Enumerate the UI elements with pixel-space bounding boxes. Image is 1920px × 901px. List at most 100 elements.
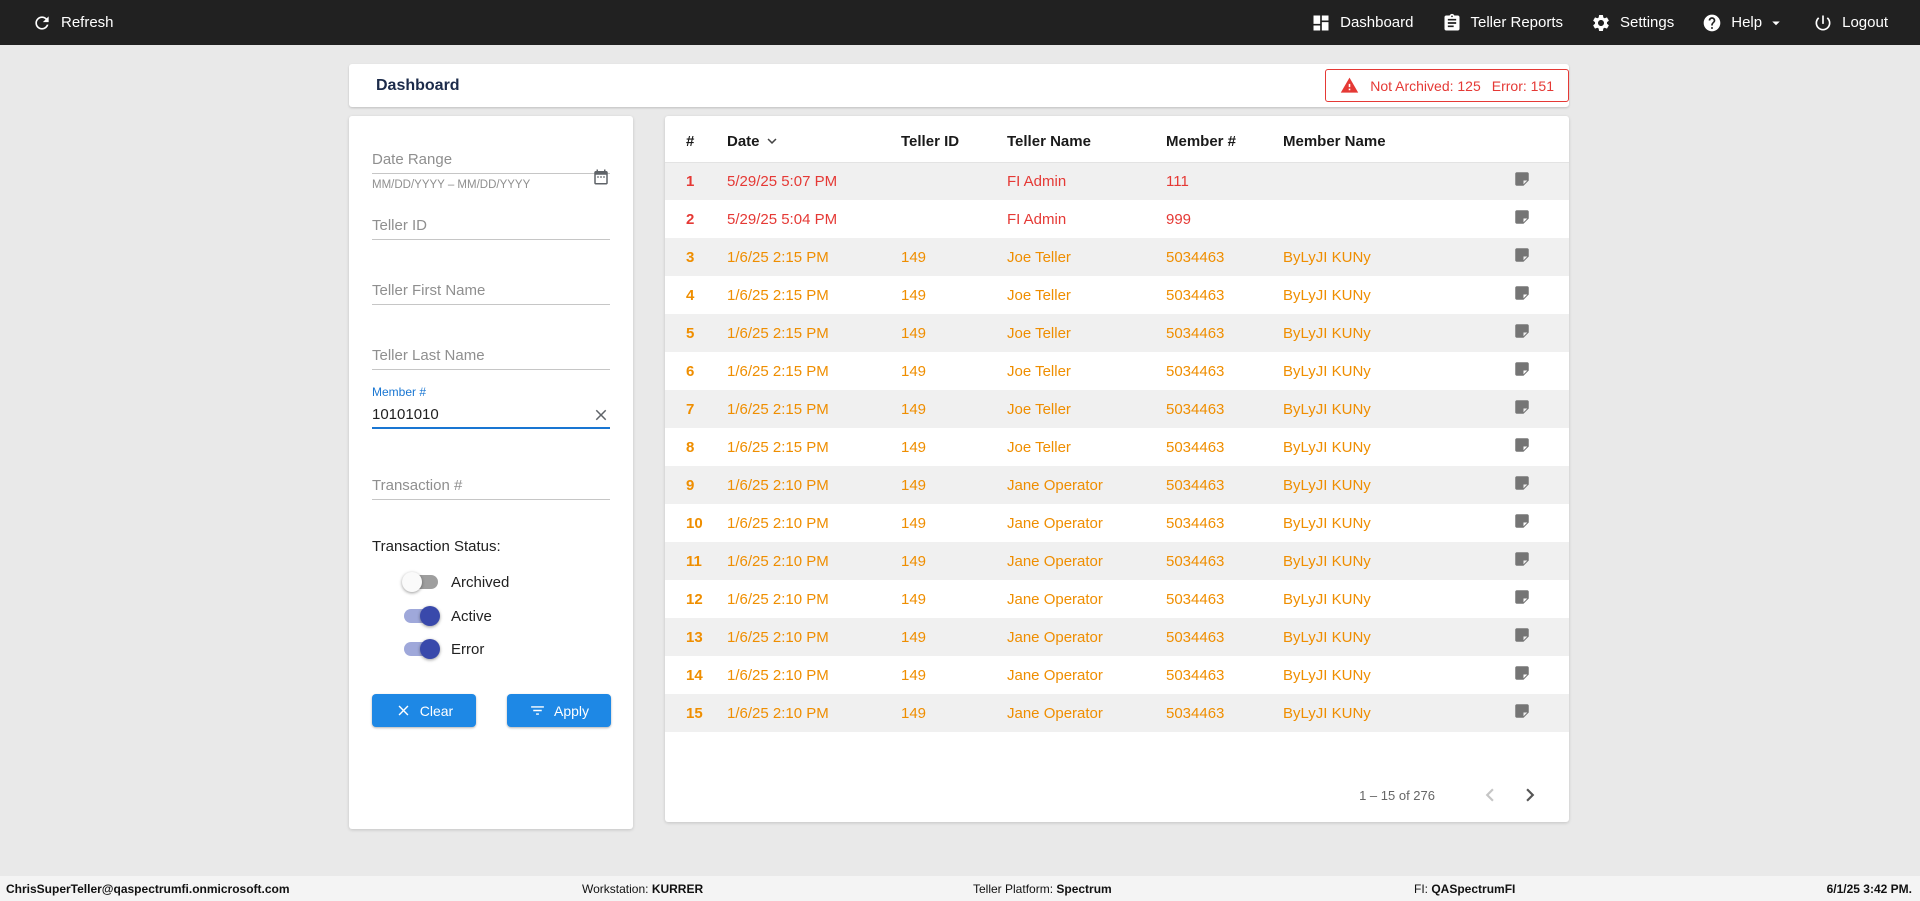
row-number: 2 (686, 210, 695, 228)
prev-page-button[interactable] (1477, 782, 1503, 808)
row-teller-name: Jane Operator (1007, 590, 1103, 608)
table-row[interactable]: 5 1/6/25 2:15 PM 149 Joe Teller 5034463 … (665, 314, 1569, 352)
row-teller-id: 149 (901, 666, 927, 684)
nav-help[interactable]: Help (1688, 4, 1799, 42)
note-icon[interactable] (1513, 474, 1531, 492)
table-row[interactable]: 4 1/6/25 2:15 PM 149 Joe Teller 5034463 … (665, 276, 1569, 314)
note-icon[interactable] (1513, 626, 1531, 644)
transaction-number-field (372, 472, 610, 500)
row-date: 1/6/25 2:10 PM (727, 590, 829, 608)
results-table-card: # Date Teller ID Teller Name Member # Me… (665, 116, 1569, 822)
active-toggle[interactable] (404, 606, 440, 626)
note-icon[interactable] (1513, 512, 1531, 530)
page-header: Dashboard Not Archived: 125 Error: 151 (349, 64, 1569, 107)
row-note-cell (1495, 694, 1569, 732)
row-member-number: 5034463 (1166, 476, 1225, 494)
note-icon[interactable] (1513, 436, 1531, 454)
note-icon[interactable] (1513, 360, 1531, 378)
note-icon[interactable] (1513, 322, 1531, 340)
note-icon[interactable] (1513, 588, 1531, 606)
row-number: 8 (686, 438, 695, 456)
table-row[interactable]: 11 1/6/25 2:10 PM 149 Jane Operator 5034… (665, 542, 1569, 580)
note-icon[interactable] (1513, 284, 1531, 302)
row-member-number: 5034463 (1166, 248, 1225, 266)
current-datetime: 6/1/25 3:42 PM. (1826, 881, 1912, 896)
table-row[interactable]: 6 1/6/25 2:15 PM 149 Joe Teller 5034463 … (665, 352, 1569, 390)
row-note-cell (1495, 238, 1569, 276)
note-icon[interactable] (1513, 550, 1531, 568)
row-date: 1/6/25 2:10 PM (727, 628, 829, 646)
row-member-number: 5034463 (1166, 666, 1225, 684)
row-teller-id: 149 (901, 704, 927, 722)
table-row[interactable]: 8 1/6/25 2:15 PM 149 Joe Teller 5034463 … (665, 428, 1569, 466)
chevron-down-icon (1772, 21, 1780, 25)
row-teller-id: 149 (901, 400, 927, 418)
gear-icon (1593, 14, 1609, 31)
table-row[interactable]: 7 1/6/25 2:15 PM 149 Joe Teller 5034463 … (665, 390, 1569, 428)
row-teller-id: 149 (901, 248, 927, 266)
note-icon[interactable] (1513, 664, 1531, 682)
row-member-number: 5034463 (1166, 400, 1225, 418)
note-icon[interactable] (1513, 702, 1531, 720)
note-icon[interactable] (1513, 208, 1531, 226)
table-row[interactable]: 14 1/6/25 2:10 PM 149 Jane Operator 5034… (665, 656, 1569, 694)
note-icon[interactable] (1513, 398, 1531, 416)
next-page-button[interactable] (1517, 782, 1543, 808)
top-bar-left: Refresh (18, 4, 128, 42)
table-row[interactable]: 3 1/6/25 2:15 PM 149 Joe Teller 5034463 … (665, 238, 1569, 276)
row-member-name: ByLyJI KUNy (1283, 438, 1371, 456)
row-teller-id: 149 (901, 514, 927, 532)
refresh-label: Refresh (61, 14, 114, 31)
note-icon[interactable] (1513, 246, 1531, 264)
date-range-input[interactable] (372, 146, 610, 174)
row-teller-name: Jane Operator (1007, 514, 1103, 532)
row-teller-id: 149 (901, 362, 927, 380)
row-number: 1 (686, 172, 695, 190)
teller-last-name-input[interactable] (372, 342, 610, 370)
clear-icon (398, 705, 409, 716)
row-teller-id: 149 (901, 590, 927, 608)
teller-platform-info: Teller Platform: Spectrum (973, 882, 1112, 896)
table-row[interactable]: 15 1/6/25 2:10 PM 149 Jane Operator 5034… (665, 694, 1569, 732)
archived-toggle[interactable] (402, 572, 438, 592)
table-row[interactable]: 9 1/6/25 2:10 PM 149 Jane Operator 50344… (665, 466, 1569, 504)
table-row[interactable]: 10 1/6/25 2:10 PM 149 Jane Operator 5034… (665, 504, 1569, 542)
row-member-name: ByLyJI KUNy (1283, 628, 1371, 646)
logged-in-user: ChrisSuperTeller@qaspectrumfi.onmicrosof… (6, 881, 290, 896)
row-number: 3 (686, 248, 695, 266)
clear-button[interactable]: Clear (372, 694, 476, 727)
table-row[interactable]: 13 1/6/25 2:10 PM 149 Jane Operator 5034… (665, 618, 1569, 656)
row-teller-name: Jane Operator (1007, 552, 1103, 570)
member-number-input[interactable] (372, 401, 610, 429)
nav-logout[interactable]: Logout (1799, 4, 1902, 42)
row-teller-name: Joe Teller (1007, 248, 1071, 266)
teller-first-name-input[interactable] (372, 277, 610, 305)
transaction-number-input[interactable] (372, 472, 610, 500)
refresh-button[interactable]: Refresh (18, 4, 128, 42)
table-body: 1 5/29/25 5:07 PM FI Admin 111 2 5/29/25… (665, 162, 1569, 732)
calendar-icon[interactable] (592, 168, 610, 186)
table-row[interactable]: 12 1/6/25 2:10 PM 149 Jane Operator 5034… (665, 580, 1569, 618)
transaction-status-label: Transaction Status: (372, 538, 501, 555)
clear-member-icon[interactable] (592, 406, 610, 424)
nav-dashboard[interactable]: Dashboard (1297, 4, 1427, 42)
col-date[interactable]: Date (727, 122, 901, 163)
apply-button[interactable]: Apply (507, 694, 611, 727)
nav-teller-reports[interactable]: Teller Reports (1428, 4, 1578, 42)
teller-id-field (372, 212, 610, 240)
teller-last-name-field (372, 342, 610, 370)
table-row[interactable]: 2 5/29/25 5:04 PM FI Admin 999 (665, 200, 1569, 238)
row-member-name: ByLyJI KUNy (1283, 324, 1371, 342)
row-date: 1/6/25 2:15 PM (727, 324, 829, 342)
row-number: 13 (686, 628, 703, 646)
error-toggle[interactable] (404, 639, 440, 659)
date-format-hint: MM/DD/YYYY – MM/DD/YYYY (372, 179, 531, 191)
note-icon[interactable] (1513, 170, 1531, 188)
teller-id-input[interactable] (372, 212, 610, 240)
row-teller-id: 149 (901, 438, 927, 456)
table-row[interactable]: 1 5/29/25 5:07 PM FI Admin 111 (665, 162, 1569, 200)
nav-dashboard-label: Dashboard (1340, 14, 1414, 31)
row-teller-name: Joe Teller (1007, 362, 1071, 380)
nav-logout-label: Logout (1842, 14, 1888, 31)
nav-settings[interactable]: Settings (1577, 4, 1688, 42)
